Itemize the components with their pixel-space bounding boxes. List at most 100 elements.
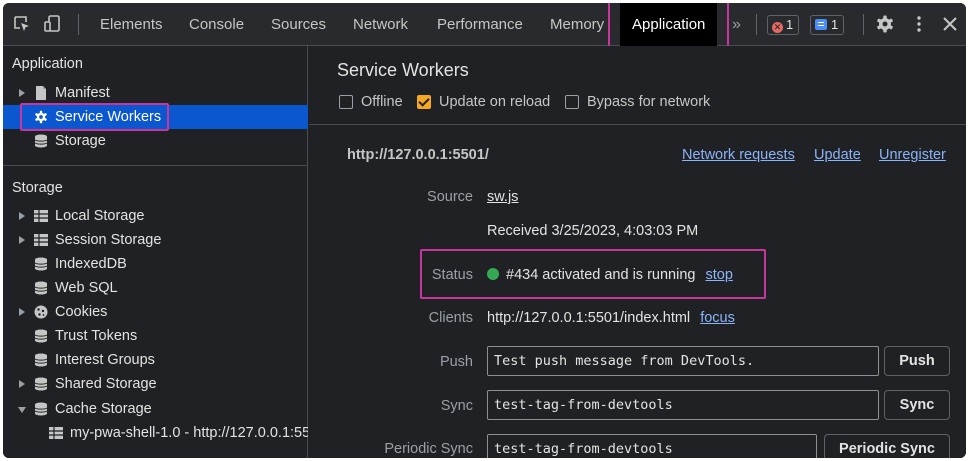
bypass-for-network-checkbox[interactable]: [565, 95, 579, 109]
expand-arrow-icon[interactable]: [19, 89, 25, 97]
panel-divider: [309, 124, 966, 125]
sidebar-item-label: Storage: [55, 133, 106, 149]
bypass-for-network-label: Bypass for network: [587, 94, 711, 110]
expand-arrow-icon[interactable]: [19, 308, 25, 316]
database-icon: [34, 353, 48, 367]
database-icon: [34, 377, 48, 391]
sidebar-heading-application: Application: [12, 56, 83, 72]
error-icon: ✕: [772, 22, 783, 33]
status-running-icon: [487, 268, 499, 280]
database-icon: [34, 329, 48, 343]
sidebar-item-label: my-pwa-shell-1.0 - http://127.0.0.1:5501: [70, 425, 308, 441]
push-button[interactable]: Push: [884, 346, 950, 376]
sync-button[interactable]: Sync: [884, 390, 950, 420]
tab-application[interactable]: Application: [620, 3, 718, 46]
more-options-icon[interactable]: [909, 14, 929, 34]
source-file-link[interactable]: sw.js: [487, 189, 518, 205]
errors-badge[interactable]: ✕ 1: [767, 15, 800, 35]
tab-elements[interactable]: Elements: [100, 3, 163, 46]
stop-link[interactable]: stop: [705, 267, 732, 283]
status-label: Status: [431, 267, 473, 283]
status-text: #434 activated and is running: [506, 267, 696, 283]
sidebar-item-label: IndexedDB: [55, 256, 127, 272]
device-toolbar-icon[interactable]: [43, 14, 63, 34]
grid-icon: [34, 234, 48, 246]
network-requests-link[interactable]: Network requests: [682, 147, 795, 163]
toolbar-separator: [756, 14, 757, 35]
periodic-sync-label: Periodic Sync: [384, 441, 473, 457]
tab-network[interactable]: Network: [353, 3, 408, 46]
expand-arrow-icon[interactable]: [19, 236, 25, 244]
sidebar-item-label: Local Storage: [55, 208, 145, 224]
gear-icon: [35, 110, 47, 124]
offline-label: Offline: [361, 94, 403, 110]
sidebar-item-label: Trust Tokens: [55, 328, 138, 344]
received-timestamp: Received 3/25/2023, 4:03:03 PM: [487, 223, 699, 239]
sidebar-item-trust-tokens[interactable]: Trust Tokens: [3, 324, 308, 348]
unregister-link[interactable]: Unregister: [879, 147, 946, 163]
sidebar-item-local-storage[interactable]: Local Storage: [3, 204, 308, 228]
sidebar-heading-storage: Storage: [12, 180, 63, 196]
periodic-sync-tag-input[interactable]: test-tag-from-devtools: [487, 434, 817, 458]
periodic-sync-button[interactable]: Periodic Sync: [824, 434, 950, 458]
update-on-reload-label: Update on reload: [439, 94, 551, 110]
sidebar-item-session-storage[interactable]: Session Storage: [3, 228, 308, 252]
tab-performance[interactable]: Performance: [437, 3, 523, 46]
document-icon: [36, 86, 46, 100]
push-label: Push: [439, 354, 473, 370]
push-message-input[interactable]: Test push message from DevTools.: [487, 346, 879, 376]
sidebar-item-cookies[interactable]: Cookies: [3, 300, 308, 324]
application-sidebar: Application Manifest Service Workers Sto…: [3, 46, 308, 458]
sidebar-item-storage[interactable]: Storage: [3, 129, 308, 153]
sidebar-item-label: Manifest: [55, 85, 110, 101]
cookie-icon: [34, 305, 48, 319]
devtools-toolbar: Elements Console Sources Network Perform…: [3, 3, 966, 49]
tab-memory[interactable]: Memory: [550, 3, 604, 46]
devtools-window: Elements Console Sources Network Perform…: [3, 3, 966, 458]
source-label: Source: [427, 189, 473, 205]
inspect-element-icon[interactable]: [12, 14, 32, 34]
sidebar-item-manifest[interactable]: Manifest: [3, 81, 308, 105]
database-icon: [34, 281, 48, 295]
expand-arrow-icon[interactable]: [19, 380, 25, 388]
close-icon[interactable]: [940, 14, 960, 34]
expand-arrow-icon[interactable]: [19, 212, 25, 220]
sidebar-item-service-workers[interactable]: Service Workers: [3, 105, 308, 129]
more-tabs-button[interactable]: »: [732, 3, 741, 46]
service-workers-panel: Service Workers Offline Update on reload…: [309, 46, 966, 458]
worker-origin: http://127.0.0.1:5501/: [347, 147, 489, 163]
database-icon: [34, 402, 48, 416]
sidebar-item-label: Cookies: [55, 304, 108, 320]
sidebar-item-cache-entry[interactable]: my-pwa-shell-1.0 - http://127.0.0.1:5501: [3, 421, 308, 445]
grid-icon: [49, 427, 63, 439]
sidebar-item-cache-storage[interactable]: Cache Storage: [3, 397, 308, 421]
sidebar-item-web-sql[interactable]: Web SQL: [3, 276, 308, 300]
clients-value: http://127.0.0.1:5501/index.html focus: [487, 310, 735, 326]
tab-console[interactable]: Console: [189, 3, 244, 46]
message-count: 1: [831, 17, 839, 32]
tab-sources[interactable]: Sources: [271, 3, 326, 46]
sidebar-item-label: Shared Storage: [55, 376, 157, 392]
sidebar-item-label: Interest Groups: [55, 352, 155, 368]
sync-label: Sync: [440, 398, 473, 414]
service-worker-options: Offline Update on reload Bypass for netw…: [339, 94, 966, 112]
database-icon: [34, 257, 48, 271]
focus-link[interactable]: focus: [700, 310, 735, 326]
toolbar-separator: [863, 14, 864, 35]
sidebar-item-label: Cache Storage: [55, 401, 152, 417]
collapse-arrow-icon[interactable]: [18, 407, 26, 413]
update-link[interactable]: Update: [814, 147, 861, 163]
sidebar-item-indexeddb[interactable]: IndexedDB: [3, 252, 308, 276]
client-url: http://127.0.0.1:5501/index.html: [487, 310, 691, 326]
page-title: Service Workers: [337, 60, 469, 80]
settings-gear-icon[interactable]: [875, 14, 895, 34]
offline-checkbox[interactable]: [339, 95, 353, 109]
clients-label: Clients: [428, 310, 473, 326]
sidebar-item-interest-groups[interactable]: Interest Groups: [3, 348, 308, 372]
sync-tag-input[interactable]: test-tag-from-devtools: [487, 390, 879, 420]
sidebar-item-shared-storage[interactable]: Shared Storage: [3, 372, 308, 396]
messages-badge[interactable]: 1: [810, 15, 845, 35]
update-on-reload-checkbox[interactable]: [417, 95, 431, 109]
sidebar-item-label: Session Storage: [55, 232, 162, 248]
message-icon: [815, 19, 827, 30]
